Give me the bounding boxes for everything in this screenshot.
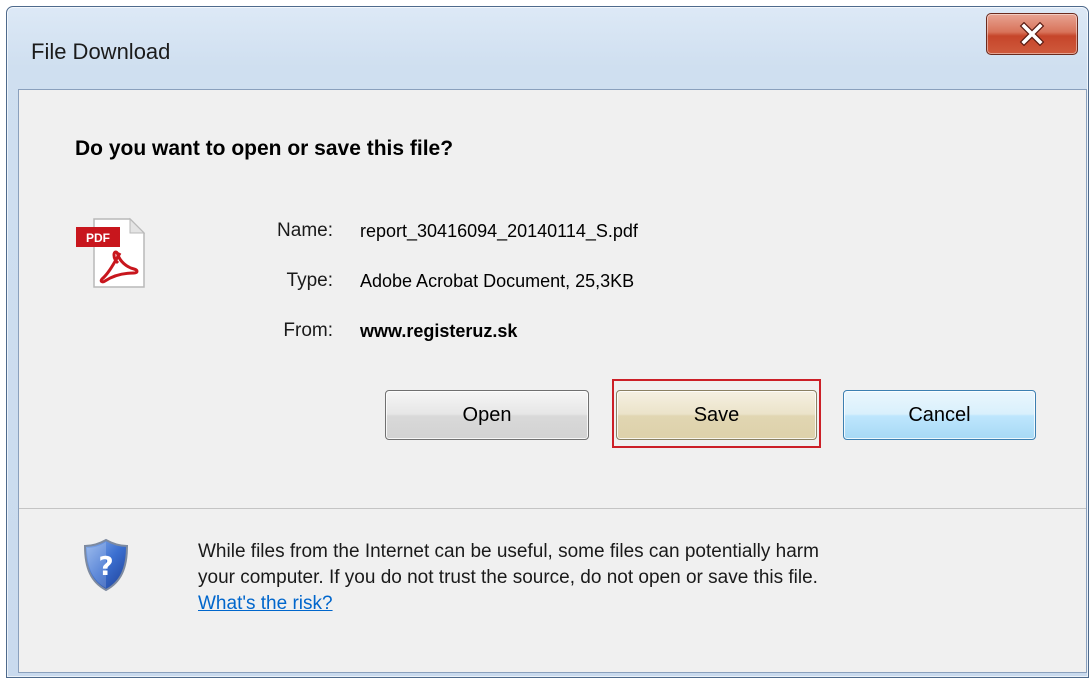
- warning-line-2: your computer. If you do not trust the s…: [198, 567, 818, 588]
- warning-line-1: While files from the Internet can be use…: [198, 541, 819, 562]
- pdf-badge-text: PDF: [86, 231, 110, 245]
- file-download-window: File Download Do you want to open or sav…: [6, 6, 1089, 678]
- shield-question-icon: ?: [83, 538, 129, 592]
- file-source-value: www.registeruz.sk: [360, 321, 518, 341]
- whats-the-risk-link[interactable]: What's the risk?: [198, 591, 333, 617]
- file-name-value: report_30416094_20140114_S.pdf: [360, 221, 638, 241]
- dialog-body: Do you want to open or save this file? P…: [18, 89, 1087, 673]
- close-button[interactable]: [986, 13, 1078, 55]
- pdf-file-icon: PDF: [74, 215, 150, 291]
- file-type-value: Adobe Acrobat Document, 25,3KB: [360, 271, 635, 291]
- close-icon: [1019, 22, 1045, 46]
- window-title: File Download: [31, 39, 171, 64]
- svg-text:?: ?: [98, 552, 113, 582]
- name-label: Name:: [277, 220, 333, 241]
- dialog-question: Do you want to open or save this file?: [75, 137, 454, 160]
- cancel-button[interactable]: Cancel: [843, 390, 1036, 440]
- type-label: Type:: [286, 270, 333, 291]
- from-label: From:: [283, 320, 333, 341]
- security-warning: While files from the Internet can be use…: [198, 539, 1068, 617]
- title-bar[interactable]: File Download: [7, 7, 1088, 89]
- save-button[interactable]: Save: [616, 390, 817, 440]
- open-button[interactable]: Open: [385, 390, 589, 440]
- section-divider: [19, 508, 1086, 509]
